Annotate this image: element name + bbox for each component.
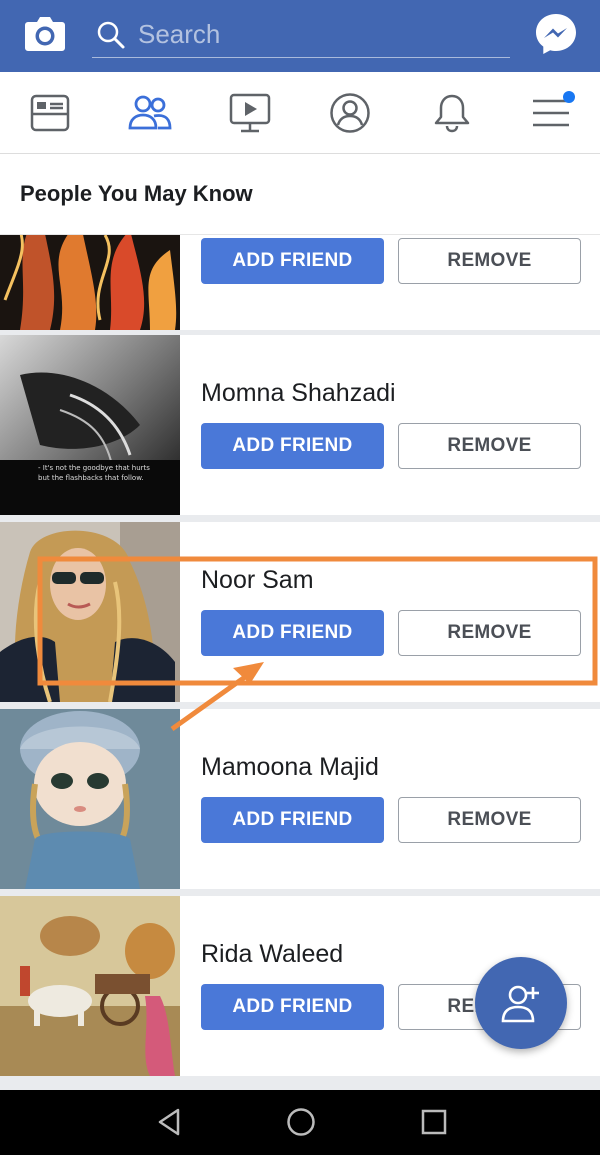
person-name[interactable]: Noor Sam xyxy=(201,566,314,595)
watch-icon[interactable] xyxy=(228,92,272,134)
add-person-icon xyxy=(501,985,539,1023)
add-friend-button[interactable]: ADD FRIEND xyxy=(201,610,384,656)
add-person-button[interactable] xyxy=(475,957,567,1049)
recents-icon[interactable] xyxy=(416,1104,452,1140)
back-icon[interactable] xyxy=(152,1104,188,1140)
profile-photo[interactable] xyxy=(0,522,180,702)
home-icon[interactable] xyxy=(283,1104,319,1140)
list-item: ADD FRIEND REMOVE xyxy=(0,235,600,330)
system-navigation-bar xyxy=(0,1090,600,1155)
add-friend-button[interactable]: ADD FRIEND xyxy=(201,984,384,1030)
tab-bar xyxy=(0,72,600,154)
profile-icon[interactable] xyxy=(328,92,372,134)
section-header: People You May Know xyxy=(0,155,600,235)
remove-button[interactable]: REMOVE xyxy=(398,797,581,843)
profile-photo[interactable] xyxy=(0,896,180,1076)
profile-photo[interactable] xyxy=(0,235,180,330)
add-friend-button[interactable]: ADD FRIEND xyxy=(201,238,384,284)
add-friend-button[interactable]: ADD FRIEND xyxy=(201,423,384,469)
camera-icon[interactable] xyxy=(24,14,66,52)
friends-icon[interactable] xyxy=(128,92,172,134)
menu-notification-badge xyxy=(563,91,575,103)
profile-photo[interactable] xyxy=(0,709,180,889)
search-input[interactable]: Search xyxy=(138,19,220,50)
news-feed-icon[interactable] xyxy=(28,92,72,134)
top-header: Search xyxy=(0,0,600,72)
search-bar[interactable]: Search xyxy=(92,12,510,58)
photo-caption: - It's not the goodbye that hurts but th… xyxy=(38,464,150,482)
person-name[interactable]: Mamoona Majid xyxy=(201,753,379,782)
list-item: Mamoona Majid ADD FRIEND REMOVE xyxy=(0,709,600,889)
person-name[interactable]: Rida Waleed xyxy=(201,940,343,969)
section-title: People You May Know xyxy=(20,181,253,206)
messenger-icon[interactable] xyxy=(534,12,578,56)
list-item: - It's not the goodbye that hurts but th… xyxy=(0,335,600,515)
person-name[interactable]: Momna Shahzadi xyxy=(201,379,396,408)
notifications-icon[interactable] xyxy=(430,92,474,134)
search-icon xyxy=(96,20,126,50)
add-friend-button[interactable]: ADD FRIEND xyxy=(201,797,384,843)
profile-photo[interactable]: - It's not the goodbye that hurts but th… xyxy=(0,335,180,515)
list-item: Noor Sam ADD FRIEND REMOVE xyxy=(0,522,600,702)
remove-button[interactable]: REMOVE xyxy=(398,610,581,656)
remove-button[interactable]: REMOVE xyxy=(398,238,581,284)
remove-button[interactable]: REMOVE xyxy=(398,423,581,469)
